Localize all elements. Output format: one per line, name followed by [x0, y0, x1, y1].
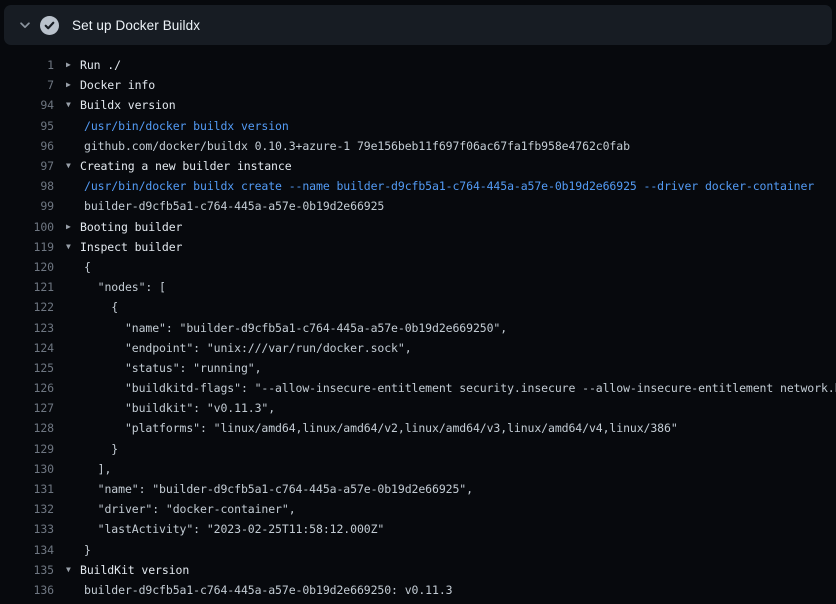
triangle-expanded-icon[interactable]: ▼ [66, 243, 80, 251]
log-line: 122 { [0, 297, 836, 317]
output-text: "platforms": "linux/amd64,linux/amd64/v2… [80, 421, 678, 435]
line-number[interactable]: 133 [0, 522, 54, 536]
log-group-row[interactable]: 1 ▶Run ./ [0, 55, 836, 75]
log-line: 136 builder-d9cfb5a1-c764-445a-a57e-0b19d… [0, 580, 836, 600]
log-group-row[interactable]: 100 ▶Booting builder [0, 217, 836, 237]
line-number[interactable]: 100 [0, 220, 54, 234]
line-number[interactable]: 95 [0, 119, 54, 133]
triangle-collapsed-icon[interactable]: ▶ [66, 81, 80, 89]
line-number[interactable]: 126 [0, 381, 54, 395]
output-text: "status": "running", [80, 361, 261, 375]
log-line: 130 ], [0, 459, 836, 479]
output-text: github.com/docker/buildx 0.10.3+azure-1 … [80, 139, 630, 153]
group-title: Inspect builder [80, 240, 182, 254]
output-text: builder-d9cfb5a1-c764-445a-a57e-0b19d2e6… [80, 199, 384, 213]
line-number[interactable]: 98 [0, 179, 54, 193]
line-number[interactable]: 97 [0, 159, 54, 173]
output-text: } [80, 442, 118, 456]
line-number[interactable]: 124 [0, 341, 54, 355]
triangle-collapsed-icon[interactable]: ▶ [66, 223, 80, 231]
output-text: { [80, 260, 91, 274]
output-text: "buildkit": "v0.11.3", [80, 401, 275, 415]
output-text: "name": "builder-d9cfb5a1-c764-445a-a57e… [80, 321, 507, 335]
log-line: 95/usr/bin/docker buildx version [0, 116, 836, 136]
line-number[interactable]: 121 [0, 280, 54, 294]
line-number[interactable]: 131 [0, 482, 54, 496]
line-number[interactable]: 122 [0, 300, 54, 314]
check-circle-icon [40, 16, 59, 35]
log-line: 99 builder-d9cfb5a1-c764-445a-a57e-0b19d2… [0, 196, 836, 216]
output-text: ], [80, 462, 111, 476]
triangle-expanded-icon[interactable]: ▼ [66, 566, 80, 574]
group-title: Buildx version [80, 98, 176, 112]
log-line: 123 "name": "builder-d9cfb5a1-c764-445a-… [0, 317, 836, 337]
line-number[interactable]: 132 [0, 502, 54, 516]
log-line: 124 "endpoint": "unix:///var/run/docker.… [0, 338, 836, 358]
line-number[interactable]: 94 [0, 98, 54, 112]
line-number[interactable]: 119 [0, 240, 54, 254]
output-text: "lastActivity": "2023-02-25T11:58:12.000… [80, 522, 384, 536]
log-line: 121 "nodes": [ [0, 277, 836, 297]
line-number[interactable]: 130 [0, 462, 54, 476]
output-text: "driver": "docker-container", [80, 502, 296, 516]
log-line: 125 "status": "running", [0, 358, 836, 378]
output-text: "name": "builder-d9cfb5a1-c764-445a-a57e… [80, 482, 473, 496]
command-text: /usr/bin/docker buildx version [80, 119, 289, 133]
log-line: 134} [0, 540, 836, 560]
log-group-row[interactable]: 7 ▶Docker info [0, 75, 836, 95]
log-line: 126 "buildkitd-flags": "--allow-insecure… [0, 378, 836, 398]
log-group-row[interactable]: 135 ▼BuildKit version [0, 560, 836, 580]
line-number[interactable]: 96 [0, 139, 54, 153]
output-text: "endpoint": "unix:///var/run/docker.sock… [80, 341, 412, 355]
line-number[interactable]: 1 [0, 58, 54, 72]
log-group-row[interactable]: 94 ▼Buildx version [0, 95, 836, 115]
line-number[interactable]: 134 [0, 543, 54, 557]
output-text: "nodes": [ [80, 280, 166, 294]
log-line: 96 github.com/docker/buildx 0.10.3+azure-… [0, 136, 836, 156]
log-group-row[interactable]: 97 ▼Creating a new builder instance [0, 156, 836, 176]
line-number[interactable]: 129 [0, 442, 54, 456]
log-line: 127 "buildkit": "v0.11.3", [0, 398, 836, 418]
triangle-expanded-icon[interactable]: ▼ [66, 162, 80, 170]
log-line: 133 "lastActivity": "2023-02-25T11:58:12… [0, 519, 836, 539]
group-title: BuildKit version [80, 563, 189, 577]
triangle-collapsed-icon[interactable]: ▶ [66, 61, 80, 69]
line-number[interactable]: 128 [0, 421, 54, 435]
chevron-down-icon[interactable] [18, 18, 32, 32]
log-group-row[interactable]: 119 ▼Inspect builder [0, 237, 836, 257]
output-text: builder-d9cfb5a1-c764-445a-a57e-0b19d2e6… [80, 583, 452, 597]
log-line: 129 } [0, 439, 836, 459]
line-number[interactable]: 136 [0, 583, 54, 597]
group-title: Creating a new builder instance [80, 159, 292, 173]
line-number[interactable]: 125 [0, 361, 54, 375]
output-text: { [80, 300, 118, 314]
command-text: /usr/bin/docker buildx create --name bui… [80, 179, 814, 193]
line-number[interactable]: 135 [0, 563, 54, 577]
line-number[interactable]: 120 [0, 260, 54, 274]
log-line: 120 { [0, 257, 836, 277]
log-line: 128 "platforms": "linux/amd64,linux/amd6… [0, 418, 836, 438]
log-line: 131 "name": "builder-d9cfb5a1-c764-445a-… [0, 479, 836, 499]
line-number[interactable]: 7 [0, 78, 54, 92]
output-text: "buildkitd-flags": "--allow-insecure-ent… [80, 381, 836, 395]
step-header[interactable]: Set up Docker Buildx [4, 5, 832, 45]
group-title: Docker info [80, 78, 155, 92]
output-text: } [80, 543, 91, 557]
log-line: 98/usr/bin/docker buildx create --name b… [0, 176, 836, 196]
line-number[interactable]: 123 [0, 321, 54, 335]
log-line: 132 "driver": "docker-container", [0, 499, 836, 519]
log-output: 1▶Run ./7▶Docker info94▼Buildx version95… [0, 45, 836, 604]
triangle-expanded-icon[interactable]: ▼ [66, 101, 80, 109]
line-number[interactable]: 127 [0, 401, 54, 415]
step-title: Set up Docker Buildx [72, 18, 200, 33]
group-title: Run ./ [80, 58, 121, 72]
line-number[interactable]: 99 [0, 199, 54, 213]
group-title: Booting builder [80, 220, 182, 234]
